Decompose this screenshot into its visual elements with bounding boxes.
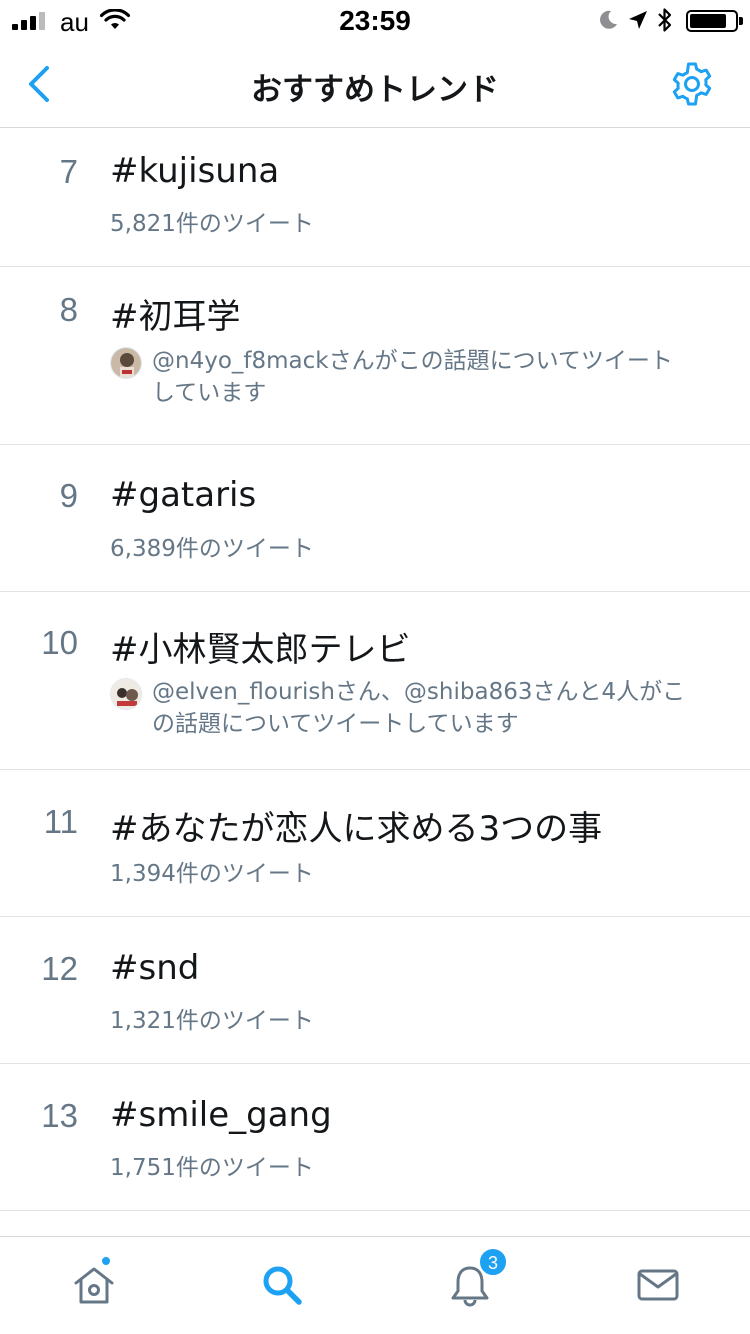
trend-rank: 8 (59, 291, 78, 328)
page-title: おすすめトレンド (251, 72, 499, 108)
trend-rank: 7 (59, 153, 78, 190)
notification-badge: 3 (478, 1247, 508, 1277)
tab-search[interactable] (258, 1261, 306, 1309)
trend-tweet-count: 1,394件のツイート (110, 861, 314, 887)
trend-name: #あなたが恋人に求める3つの事 (110, 809, 603, 849)
search-icon (263, 1266, 302, 1305)
moon-icon (600, 10, 617, 29)
trend-row[interactable]: 12 #snd 1,321件のツイート (0, 917, 750, 1064)
trend-rank: 10 (41, 624, 78, 661)
unread-dot (100, 1255, 112, 1267)
trend-rank: 11 (43, 803, 78, 840)
trend-tweet-count: 1,321件のツイート (110, 1008, 314, 1034)
trend-list: 7 #kujisuna 5,821件のツイート 8 #初耳学 @n4yo_f8m… (0, 129, 750, 1211)
trend-name: #smile_gang (110, 1095, 332, 1135)
trend-name: #kujisuna (110, 151, 280, 191)
trend-tweet-count: 5,821件のツイート (110, 211, 314, 237)
avatar (110, 347, 142, 379)
trend-name: #初耳学 (110, 297, 241, 337)
trend-rank: 12 (41, 950, 78, 987)
trend-row[interactable]: 10 #小林賢太郎テレビ @elven_flourishさん、@shiba863… (0, 592, 750, 770)
trend-row[interactable]: 11 #あなたが恋人に求める3つの事 1,394件のツイート (0, 770, 750, 917)
trend-row[interactable]: 13 #smile_gang 1,751件のツイート (0, 1064, 750, 1211)
trend-rank: 9 (59, 477, 78, 514)
gear-icon[interactable] (668, 60, 716, 108)
avatar (110, 678, 142, 710)
mail-icon (637, 1269, 679, 1301)
battery-icon (686, 10, 743, 32)
tab-notifications[interactable]: 3 (446, 1247, 508, 1309)
nav-bar: おすすめトレンド (0, 40, 750, 128)
location-arrow-icon (629, 11, 647, 29)
bluetooth-icon (658, 8, 672, 32)
trend-rank: 13 (41, 1097, 78, 1134)
status-bar: au 23:59 (0, 0, 750, 40)
trend-row[interactable]: 7 #kujisuna 5,821件のツイート (0, 129, 750, 267)
home-icon (74, 1267, 114, 1304)
tab-messages[interactable] (634, 1261, 682, 1309)
trend-context-text: @n4yo_f8mackさんがこの話題についてツイート しています (152, 348, 673, 406)
tab-bar: 3 (0, 1236, 750, 1334)
trend-name: #snd (110, 948, 200, 988)
trend-context-text: @elven_flourishさん、@shiba863さんと4人がこ の話題につ… (152, 679, 686, 737)
tab-home[interactable] (70, 1255, 118, 1309)
trend-row[interactable]: 9 #gataris 6,389件のツイート (0, 445, 750, 592)
trend-tweet-count: 1,751件のツイート (110, 1155, 314, 1181)
trend-tweet-count: 6,389件のツイート (110, 536, 314, 562)
trend-name: #小林賢太郎テレビ (110, 630, 411, 670)
trend-name: #gataris (110, 475, 257, 515)
trend-row[interactable]: 8 #初耳学 @n4yo_f8mackさんがこの話題についてツイート しています (0, 267, 750, 445)
